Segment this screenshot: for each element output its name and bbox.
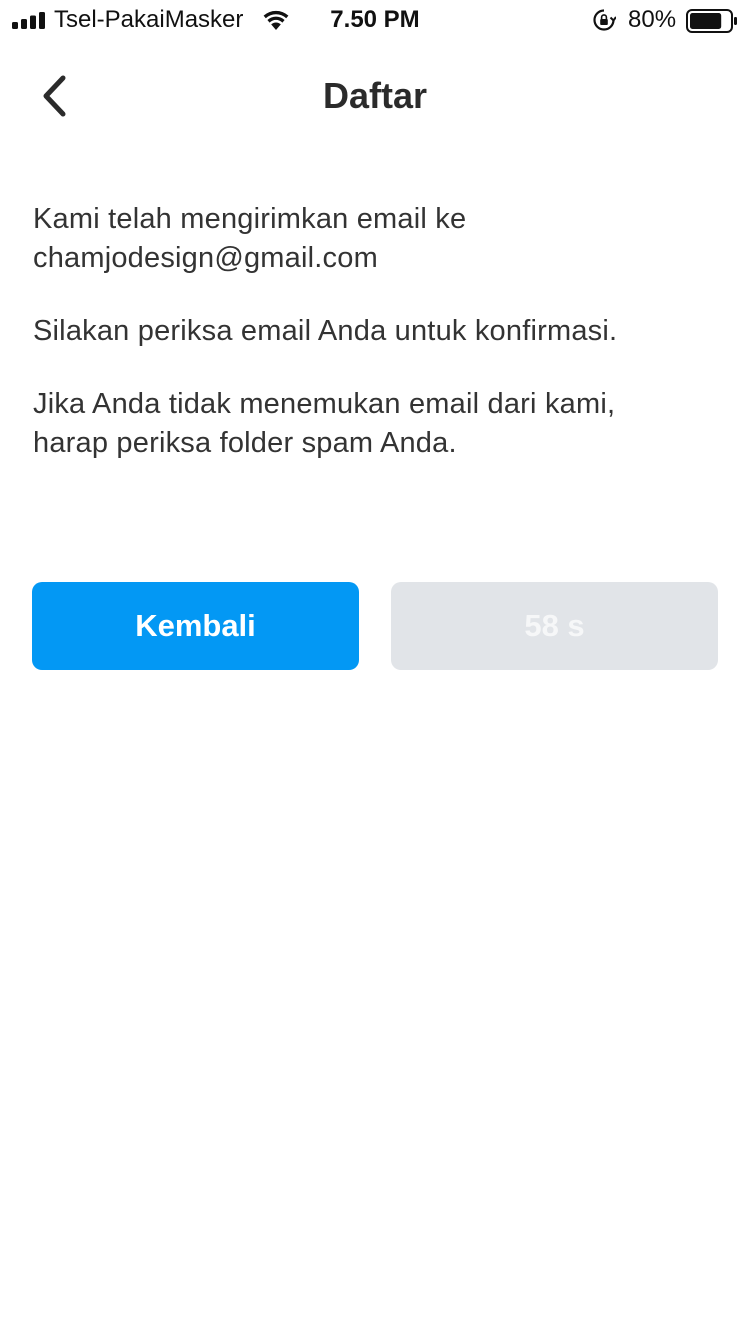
back-to-previous-button[interactable]: Kembali	[32, 582, 359, 670]
email-sent-text: Kami telah mengirimkan email ke	[33, 203, 467, 235]
check-email-text: Silakan periksa email Anda untuk konfirm…	[33, 315, 618, 347]
message-content: Kami telah mengirimkan email ke chamjode…	[33, 200, 723, 463]
page-title: Daftar	[322, 75, 428, 116]
status-bar: Tsel-PakaiMasker 7.50 PM 80%	[0, 0, 750, 40]
spam-folder-message: Jika Anda tidak menemukan email dari kam…	[33, 385, 723, 463]
check-email-message: Silakan periksa email Anda untuk konfirm…	[33, 312, 723, 351]
recipient-email: chamjodesign@gmail.com	[33, 242, 378, 274]
signup-confirmation-screen: Tsel-PakaiMasker 7.50 PM 80% Daftar Kami…	[0, 0, 750, 1334]
battery-percentage: 80%	[628, 6, 677, 33]
resend-countdown-button: 58 s	[391, 582, 718, 670]
spam-text-line-1: Jika Anda tidak menemukan email dari kam…	[33, 388, 616, 420]
battery-icon	[686, 9, 737, 33]
spam-text-line-2: harap periksa folder spam Anda.	[33, 427, 457, 459]
email-sent-message: Kami telah mengirimkan email ke chamjode…	[33, 200, 723, 278]
orientation-lock-icon	[593, 9, 616, 31]
nav-bar: Daftar	[0, 48, 750, 144]
